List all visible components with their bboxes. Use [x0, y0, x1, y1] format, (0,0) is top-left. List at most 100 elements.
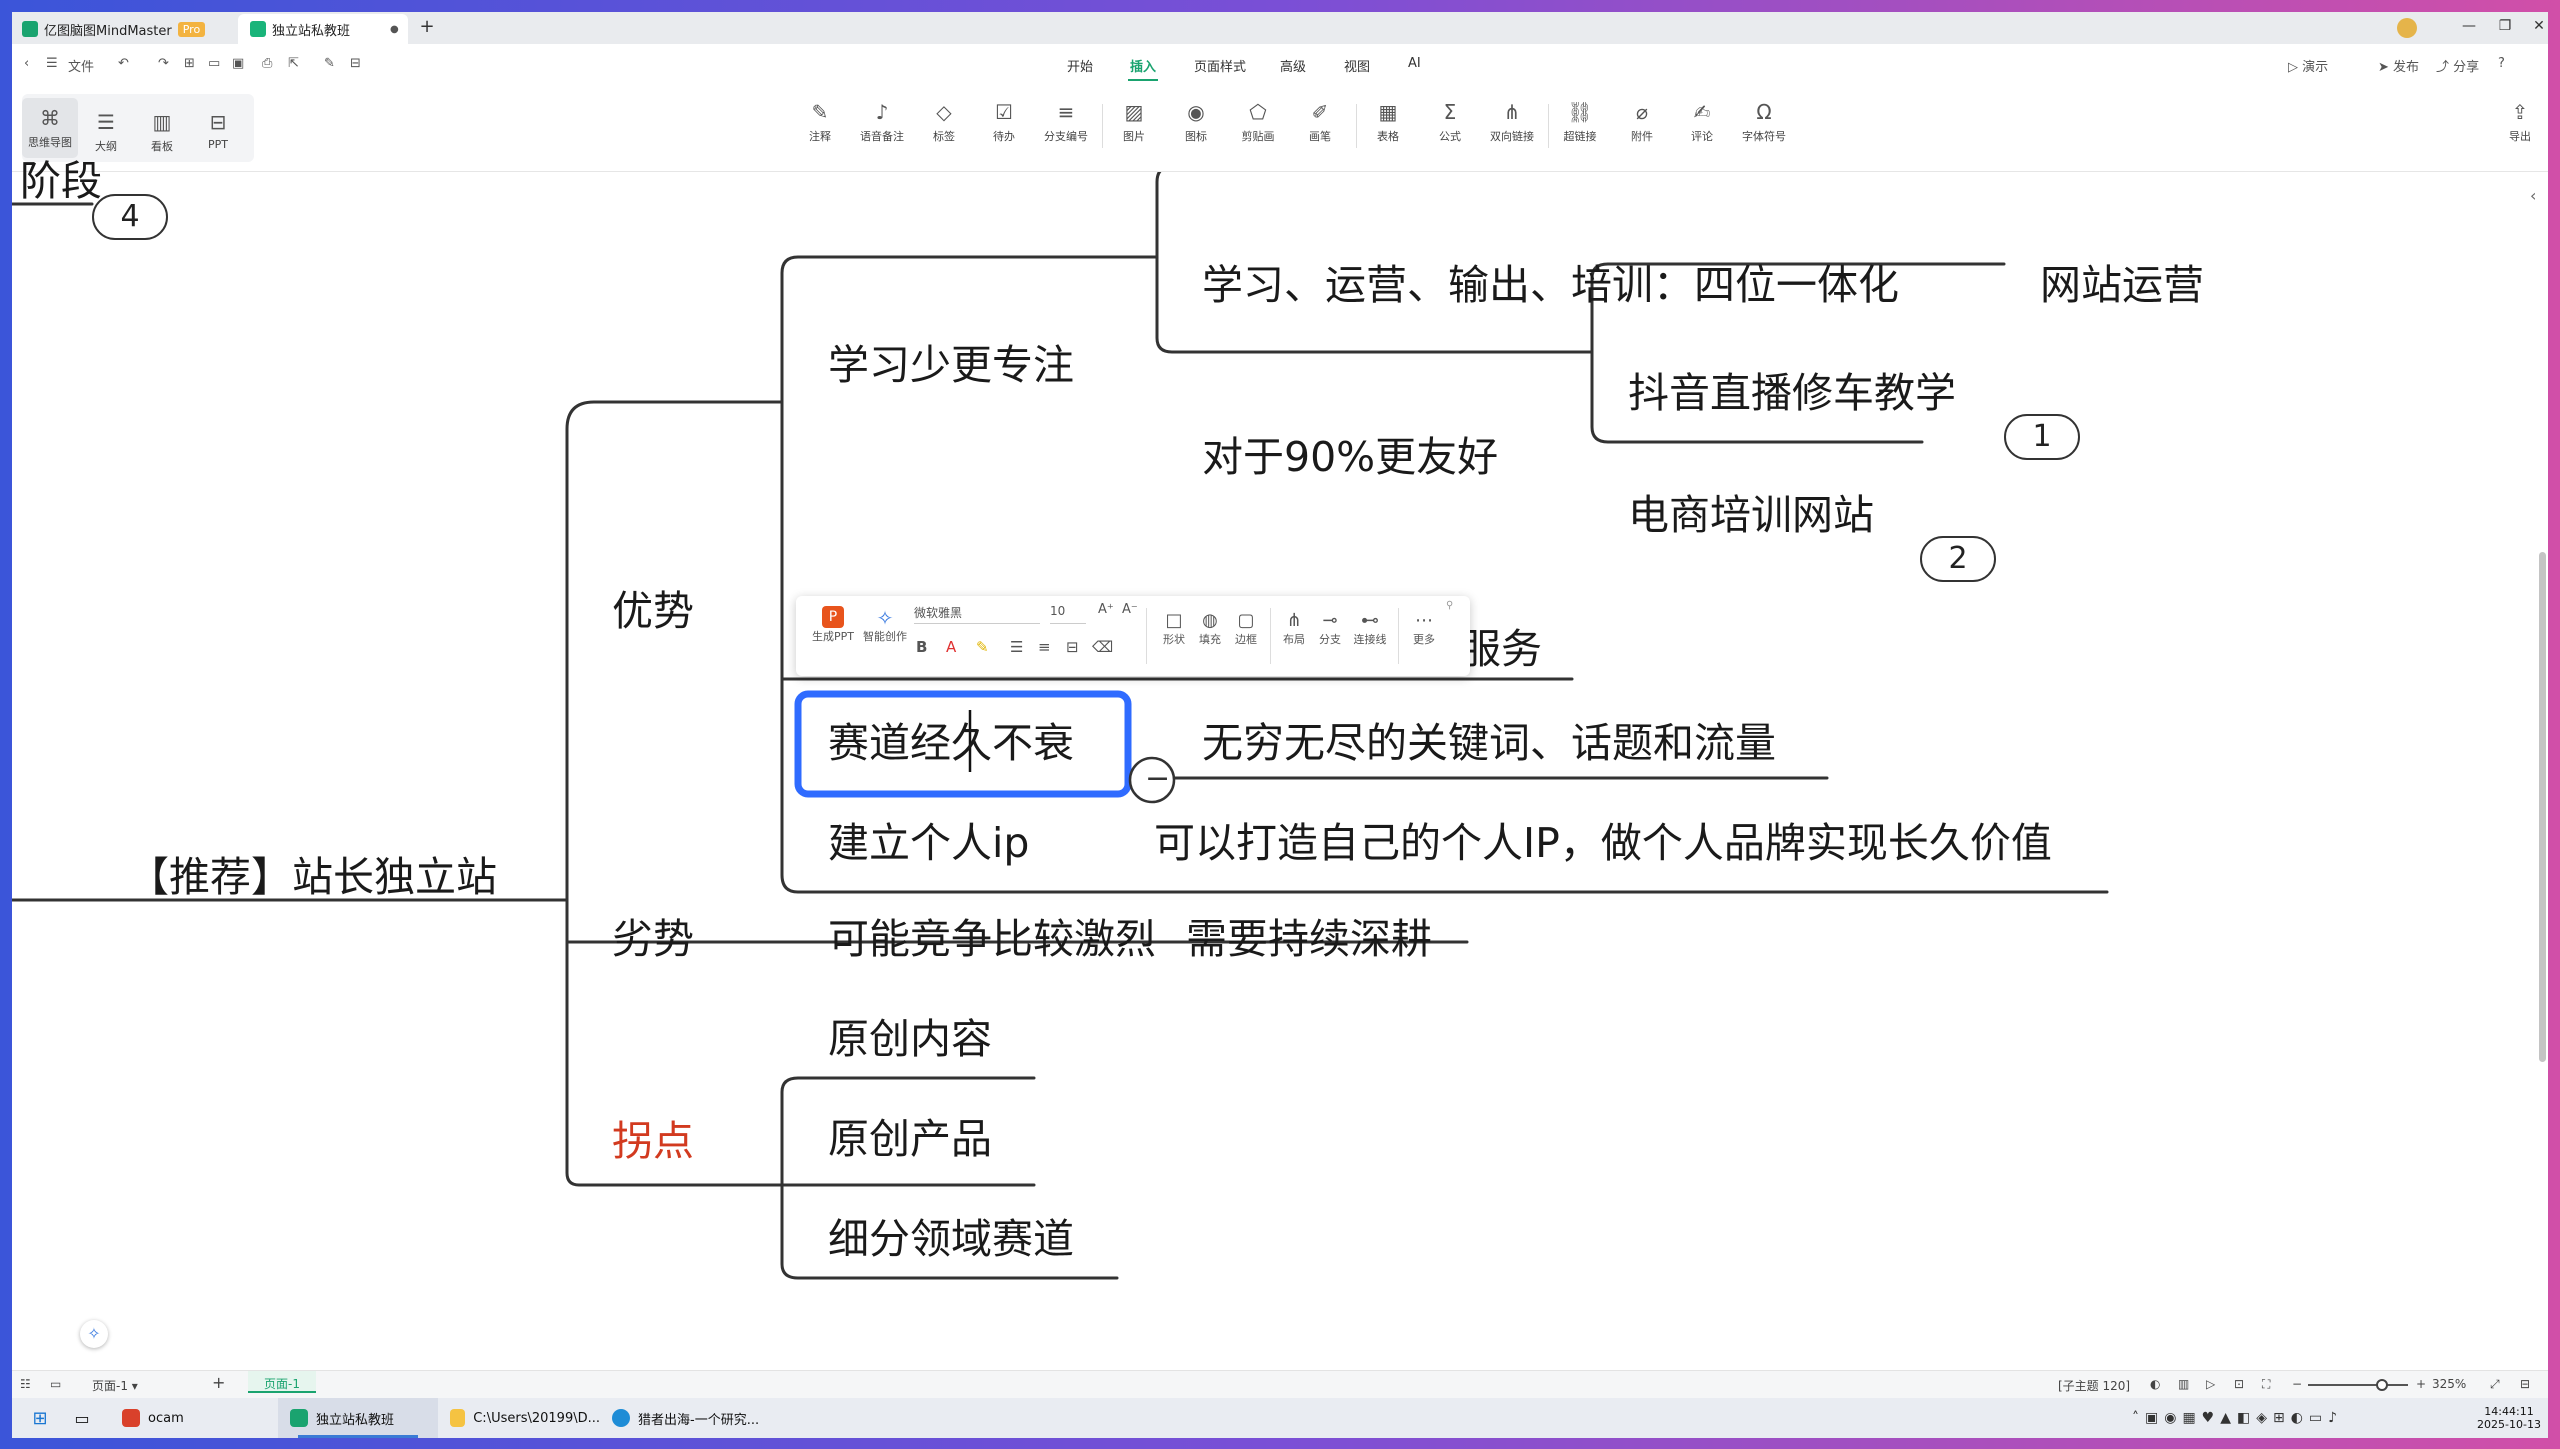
- icon-button[interactable]: ◉ 图标: [1168, 98, 1224, 144]
- topic-adv-1-b-2[interactable]: 电商培训网站: [1628, 490, 1874, 540]
- topic-dis-1[interactable]: 可能竞争比较激烈: [828, 914, 1156, 964]
- symbol-button[interactable]: Ω 字体符号: [1736, 98, 1792, 144]
- fill-button[interactable]: ◍ 填充: [1192, 610, 1228, 647]
- taskbar-ocam[interactable]: ocam: [112, 1398, 276, 1438]
- fit-icon[interactable]: ⤢: [2490, 1377, 2500, 1392]
- tab-view[interactable]: 视图: [1344, 56, 1370, 75]
- topic-pivot[interactable]: 拐点: [612, 1116, 694, 1166]
- save-icon[interactable]: ▣: [232, 56, 244, 71]
- zoom-in-icon[interactable]: +: [2416, 1377, 2426, 1391]
- topic-adv-1-b[interactable]: 对于90%更友好: [1202, 432, 1498, 482]
- windows-start-icon[interactable]: ⊞: [22, 1398, 58, 1438]
- topic-disadvantage[interactable]: 劣势: [612, 914, 694, 964]
- mindmap-canvas[interactable]: 阶段 4 【推荐】站长独立站 优势 劣势 拐点 学习少更专注 学习、运营、输出、…: [12, 157, 2548, 1377]
- topic-adv-1-b-1[interactable]: 抖音直播修车教学: [1628, 368, 1956, 418]
- edit-icon[interactable]: ✎: [324, 56, 335, 71]
- font-size-select[interactable]: 10: [1050, 604, 1086, 624]
- branch-button[interactable]: ⊸ 分支: [1312, 610, 1348, 647]
- tag-button[interactable]: ◇ 标签: [916, 98, 972, 144]
- vertical-scrollbar[interactable]: [2539, 552, 2546, 1062]
- view-mindmap-button[interactable]: ⌘ 思维导图: [22, 98, 78, 158]
- note-button[interactable]: ✎ 注释: [792, 98, 848, 144]
- brush-button[interactable]: ✐ 画笔: [1292, 98, 1348, 144]
- zoom-slider-handle[interactable]: [2376, 1379, 2388, 1391]
- export-icon[interactable]: ⇱: [288, 56, 299, 71]
- align-icon[interactable]: ≡: [1038, 638, 1051, 656]
- todo-button[interactable]: ☑ 待办: [976, 98, 1032, 144]
- topic-adv-3[interactable]: 赛道经久不衰: [828, 718, 1074, 768]
- topic-adv-1-a-b[interactable]: 网站运营: [2040, 260, 2204, 310]
- clear-format-icon[interactable]: ⌫: [1092, 638, 1113, 656]
- topic-piv-1[interactable]: 原创内容: [828, 1014, 992, 1064]
- partial-topic[interactable]: 阶段: [20, 156, 102, 206]
- bold-icon[interactable]: B: [916, 638, 927, 656]
- root-topic[interactable]: 【推荐】站长独立站: [128, 852, 497, 902]
- hyperlink-button[interactable]: ⛓ 超链接: [1552, 98, 1608, 144]
- table-button[interactable]: ▦ 表格: [1360, 98, 1416, 144]
- collapse-button[interactable]: −: [1145, 764, 1170, 794]
- topic-adv-3-a[interactable]: 无穷无尽的关键词、话题和流量: [1202, 718, 1776, 768]
- focus-icon[interactable]: ⊡: [2234, 1377, 2244, 1391]
- topic-adv-4-a[interactable]: 可以打造自己的个人IP，做个人品牌实现长久价值: [1154, 818, 2052, 868]
- document-tab[interactable]: 独立站私教班 ●: [238, 14, 408, 44]
- user-avatar[interactable]: [2392, 18, 2422, 42]
- view-ppt-button[interactable]: ⊟ PPT: [190, 108, 246, 151]
- branch-number-button[interactable]: ≡ 分支编号: [1038, 98, 1094, 144]
- clock[interactable]: 14:44:11 2025-10-13: [2474, 1398, 2544, 1438]
- tab-page-1[interactable]: 页面-1: [248, 1371, 316, 1393]
- tab-page-style[interactable]: 页面样式: [1194, 56, 1246, 75]
- system-tray[interactable]: ˄▣◉▦♥▲◧◈⊞◐▭♪: [2132, 1398, 2343, 1438]
- task-view-icon[interactable]: ▭: [64, 1398, 100, 1438]
- comment-button[interactable]: ✍ 评论: [1674, 98, 1730, 144]
- tab-start[interactable]: 开始: [1067, 56, 1093, 75]
- zoom-slider[interactable]: [2308, 1384, 2408, 1386]
- font-shrink-icon[interactable]: A⁻: [1122, 602, 1138, 617]
- redo-icon[interactable]: ↷: [158, 56, 169, 71]
- topic-piv-2[interactable]: 原创产品: [828, 1114, 992, 1164]
- formula-button[interactable]: Σ 公式: [1422, 98, 1478, 144]
- undo-icon[interactable]: ↶: [118, 56, 129, 71]
- open-icon[interactable]: ▭: [208, 56, 220, 71]
- topic-adv-1-a[interactable]: 学习、运营、输出、培训：四位一体化: [1202, 260, 1899, 310]
- bilink-button[interactable]: ⋔ 双向链接: [1484, 98, 1540, 144]
- topic-adv-1[interactable]: 学习少更专注: [828, 340, 1074, 390]
- restore-icon[interactable]: ❐: [2490, 18, 2520, 34]
- close-icon[interactable]: ✕: [2524, 18, 2548, 34]
- theme-icon[interactable]: ◐: [2150, 1377, 2160, 1391]
- attachment-button[interactable]: ⌀ 附件: [1614, 98, 1670, 144]
- taskbar-explorer[interactable]: C:\Users\20199\D...: [440, 1398, 600, 1438]
- view-outline-button[interactable]: ☰ 大纲: [78, 108, 134, 154]
- tab-advanced[interactable]: 高级: [1280, 56, 1306, 75]
- app-tab[interactable]: 亿图脑图MindMaster Pro: [22, 14, 242, 44]
- taskbar-mindmaster[interactable]: 独立站私教班: [278, 1398, 438, 1438]
- ai-assistant-icon[interactable]: ✧: [80, 1320, 108, 1348]
- badge-2[interactable]: 2: [1920, 536, 1996, 582]
- font-color-icon[interactable]: A: [946, 638, 956, 656]
- page-selector[interactable]: 页面-1 ▾: [92, 1377, 190, 1394]
- layout-button[interactable]: ⋔ 布局: [1276, 610, 1312, 647]
- fullscreen-icon[interactable]: ⛶: [2262, 1377, 2270, 1392]
- split-view-icon[interactable]: ⊟: [2520, 1377, 2530, 1391]
- book-icon[interactable]: ▥: [2178, 1377, 2189, 1391]
- text-box-icon[interactable]: ⊟: [1066, 638, 1079, 656]
- font-grow-icon[interactable]: A⁺: [1098, 602, 1114, 617]
- pin-icon[interactable]: ⚲: [1446, 600, 1453, 611]
- ai-create-button[interactable]: ✧ 智能创作: [860, 606, 910, 644]
- list-icon[interactable]: ☰: [1010, 638, 1023, 656]
- page-list-icon[interactable]: ☷: [20, 1377, 31, 1391]
- present-button[interactable]: ▷ 演示: [2288, 56, 2328, 75]
- side-panel-toggle-icon[interactable]: ‹: [2530, 186, 2548, 226]
- shape-button[interactable]: □ 形状: [1156, 610, 1192, 647]
- highlight-icon[interactable]: ✎: [976, 638, 989, 656]
- publish-button[interactable]: ➤ 发布: [2378, 56, 2419, 75]
- tab-ai[interactable]: AI: [1408, 56, 1421, 71]
- generate-ppt-button[interactable]: P 生成PPT: [808, 606, 858, 644]
- topic-adv-2-partial[interactable]: 服务: [1460, 624, 1542, 674]
- back-icon[interactable]: ‹: [24, 56, 29, 71]
- new-tab-button[interactable]: +: [412, 16, 442, 37]
- clipart-button[interactable]: ⬠ 剪贴画: [1230, 98, 1286, 144]
- zoom-out-icon[interactable]: −: [2292, 1377, 2302, 1391]
- page-view-icon[interactable]: ▭: [50, 1377, 61, 1391]
- help-icon[interactable]: ?: [2498, 56, 2505, 71]
- new-icon[interactable]: ⊞: [184, 56, 195, 71]
